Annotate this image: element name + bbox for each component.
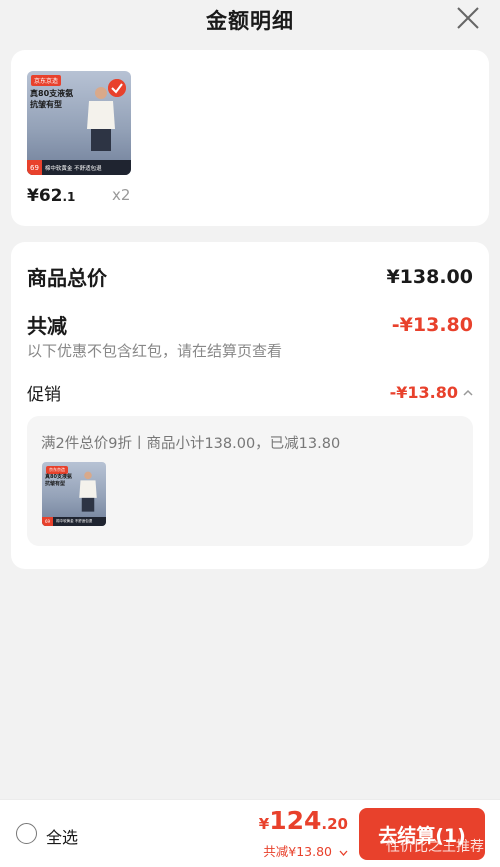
promo-label: 促销 xyxy=(27,385,61,405)
reduce-row: 共减 -¥13.80 xyxy=(27,310,473,339)
close-icon[interactable] xyxy=(454,4,482,32)
reduced-amount[interactable]: 共减¥13.80 xyxy=(263,841,348,860)
total-integer: 124 xyxy=(269,806,322,835)
ad-text: 真80支液氨 xyxy=(30,89,74,98)
price-main: ¥62 xyxy=(27,186,63,206)
select-all-radio[interactable] xyxy=(16,823,37,844)
total-amount: ¥124.20 xyxy=(259,806,348,835)
chevron-up-icon[interactable] xyxy=(463,389,473,396)
chevron-down-icon xyxy=(339,850,348,856)
total-decimal: .20 xyxy=(321,815,348,833)
amount-detail-card: 商品总价 ¥138.00 共减 -¥13.80 以下优惠不包含红包，请在结算页查… xyxy=(11,242,489,569)
image-strip: 69 棉中软黄金 不舒适包退 xyxy=(42,517,106,526)
promo-row[interactable]: 促销 -¥13.80 xyxy=(27,380,473,405)
product-image[interactable]: 京东京造 真80支液氨 抗皱有型 69 棉中软黄金 不舒适包退 xyxy=(27,71,131,175)
product-card: 京东京造 真80支液氨 抗皱有型 69 棉中软黄金 不舒适包退 ¥62.1 x2 xyxy=(11,50,489,226)
reduce-label: 共减 xyxy=(27,314,67,338)
header: 金额明细 xyxy=(0,0,500,40)
promo-detail-box: 满2件总价9折丨商品小计138.00，已减13.80 京东京造 真80支液氨 抗… xyxy=(27,416,473,546)
select-all-label[interactable]: 全选 xyxy=(46,824,78,848)
currency-symbol: ¥ xyxy=(258,815,270,833)
image-price: 69 xyxy=(27,160,42,175)
promo-amount: -¥13.80 xyxy=(389,383,458,402)
check-icon xyxy=(108,79,126,97)
shop-tag: 京东京造 xyxy=(31,75,62,86)
page-title: 金额明细 xyxy=(206,9,294,33)
reduce-value: -¥13.80 xyxy=(391,313,473,336)
total-row: 商品总价 ¥138.00 xyxy=(27,262,473,291)
image-strip-text: 棉中软黄金 不舒适包退 xyxy=(44,165,102,172)
promo-product-image[interactable]: 京东京造 真80支液氨 抗皱有型 69 棉中软黄金 不舒适包退 xyxy=(42,462,106,526)
promo-value: -¥13.80 xyxy=(390,383,473,402)
product-quantity: x2 xyxy=(112,186,131,204)
image-strip: 69 棉中软黄金 不舒适包退 xyxy=(27,160,131,175)
image-price: 69 xyxy=(42,517,54,526)
ad-text: 抗皱有型 xyxy=(45,481,66,487)
checkout-bar: 全选 ¥124.20 共减¥13.80 去结算(1) 性价比之王推荐 xyxy=(0,799,500,867)
discount-note: 以下优惠不包含红包，请在结算页查看 xyxy=(27,342,283,360)
ad-text: 抗皱有型 xyxy=(30,100,62,109)
image-strip-text: 棉中软黄金 不舒适包退 xyxy=(56,519,93,523)
total-label: 商品总价 xyxy=(27,266,107,290)
product-price: ¥62.1 xyxy=(27,186,75,206)
total-value: ¥138.00 xyxy=(386,265,473,288)
watermark-text: 性价比之王推荐 xyxy=(386,839,484,855)
model-figure xyxy=(79,471,97,512)
promo-description: 满2件总价9折丨商品小计138.00，已减13.80 xyxy=(41,436,341,452)
reduced-text: 共减¥13.80 xyxy=(263,844,333,859)
price-decimal: .1 xyxy=(62,190,76,204)
ad-text: 真80支液氨 xyxy=(45,474,72,480)
